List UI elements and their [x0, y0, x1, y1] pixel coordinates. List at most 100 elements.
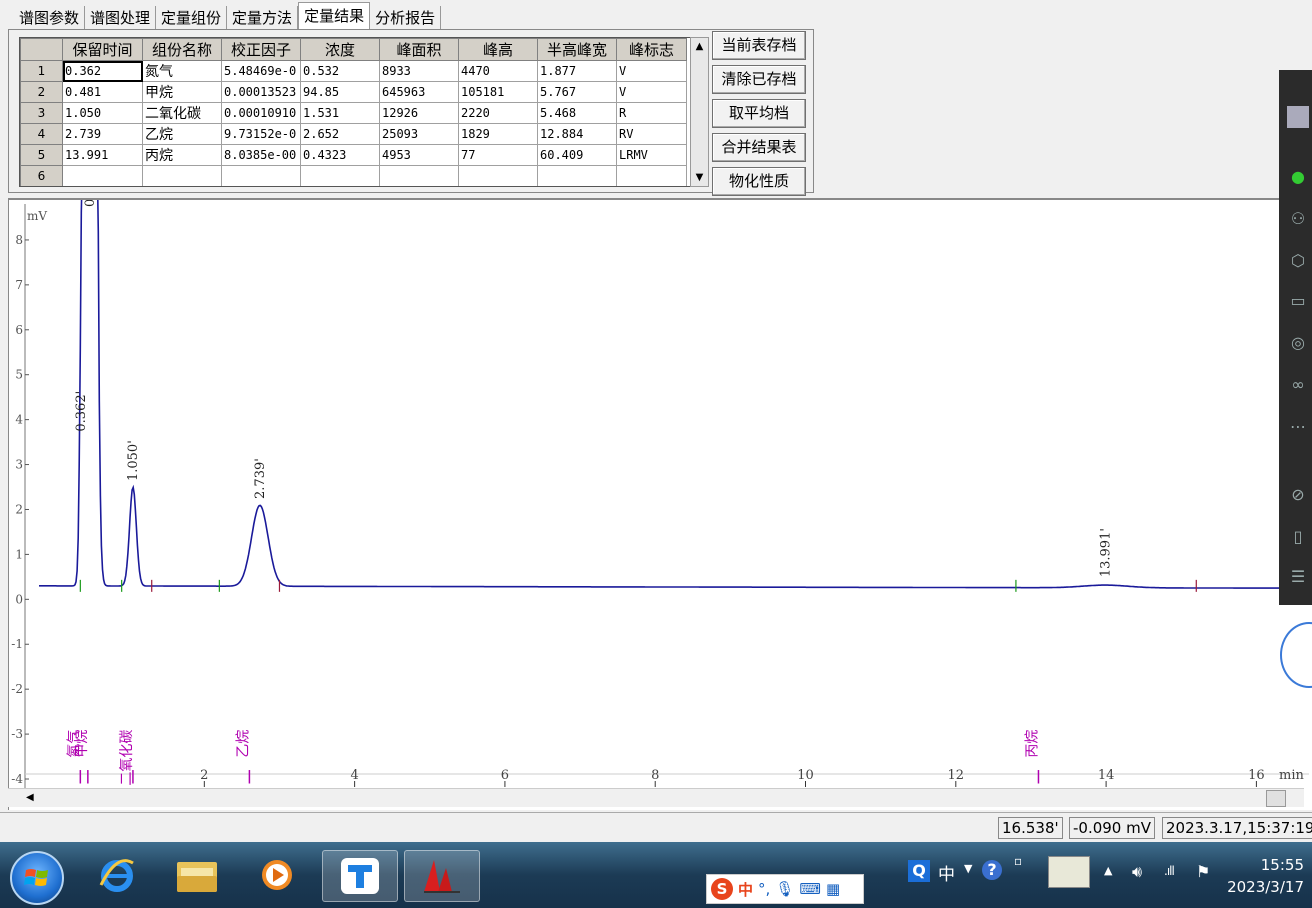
taskbar-chromatography-button[interactable] — [404, 850, 480, 902]
physical-properties-button[interactable]: 物化性质 — [712, 167, 806, 196]
table-row[interactable]: 6 — [20, 165, 687, 186]
table-cell[interactable]: 1.050 — [62, 102, 143, 124]
table-cell[interactable]: 2.652 — [300, 123, 380, 145]
scroll-down-icon[interactable]: ▼ — [691, 169, 708, 186]
table-cell[interactable]: 0.362 — [62, 60, 143, 82]
sogou-icon[interactable]: S — [711, 878, 733, 900]
more-icon[interactable]: ⋯ — [1287, 416, 1309, 438]
punctuation-icon[interactable]: °, — [758, 880, 770, 898]
table-cell[interactable]: R — [616, 102, 687, 124]
table-cell[interactable]: 12926 — [379, 102, 459, 124]
row-number[interactable]: 1 — [20, 60, 63, 82]
chat-icon[interactable]: ● — [1287, 166, 1309, 188]
scroll-thumb[interactable] — [1266, 790, 1286, 807]
table-cell[interactable] — [221, 165, 301, 186]
row-number[interactable]: 6 — [20, 165, 63, 186]
clock[interactable]: 15:55 2023/3/17 — [1227, 854, 1304, 898]
table-cell[interactable] — [379, 165, 459, 186]
table-cell[interactable]: 1829 — [458, 123, 538, 145]
table-cell[interactable]: 4470 — [458, 60, 538, 82]
table-cell[interactable]: 645963 — [379, 81, 459, 103]
table-row[interactable]: 5 13.991 丙烷 8.0385e-00 0.4323 4953 77 60.409 LRM… — [20, 144, 687, 166]
qq-icon[interactable]: Q — [908, 860, 930, 882]
ime-chinese-indicator[interactable]: 中 — [738, 879, 753, 900]
column-header[interactable]: 浓度 — [300, 38, 380, 61]
column-header[interactable]: 峰面积 — [379, 38, 459, 61]
table-scrollbar[interactable]: ▲ ▼ — [690, 37, 709, 187]
table-cell[interactable]: 5.48469e-0 — [221, 60, 301, 82]
taskbar-ie-button[interactable] — [80, 850, 154, 900]
result-table[interactable]: 保留时间 组份名称 校正因子 浓度 峰面积 峰高 半高峰宽 峰标志 1 0.362 氮气 5.484… — [19, 37, 693, 187]
ime-dropdown-icon[interactable]: ▼ — [964, 862, 972, 875]
restore-icon[interactable]: ▫ — [1014, 854, 1022, 868]
table-cell[interactable]: 4953 — [379, 144, 459, 166]
table-cell[interactable]: 0.00010910 — [221, 102, 301, 124]
table-cell[interactable] — [62, 165, 143, 186]
row-number[interactable]: 5 — [20, 144, 63, 166]
chromatogram-panel[interactable]: -4 -3 -2 -1 0 1 2 3 4 5 6 7 8 mV 2 4 6 8 10 12 14 16 min 0.362'… — [8, 198, 1312, 810]
help-icon[interactable]: ? — [982, 860, 1002, 880]
menu-icon[interactable]: ☰ — [1287, 566, 1309, 588]
table-cell[interactable]: V — [616, 81, 687, 103]
table-cell[interactable]: 乙烷 — [142, 123, 222, 145]
folder-icon[interactable]: ▭ — [1287, 290, 1309, 312]
table-cell[interactable]: 105181 — [458, 81, 538, 103]
tab-3[interactable]: 定量组份 — [156, 6, 228, 30]
table-cell[interactable] — [300, 165, 380, 186]
table-cell[interactable]: 2220 — [458, 102, 538, 124]
table-cell[interactable] — [616, 165, 687, 186]
tab-1[interactable]: 谱图参数 — [14, 6, 86, 30]
merge-results-button[interactable]: 合并结果表 — [712, 133, 806, 162]
row-number[interactable]: 3 — [20, 102, 63, 124]
microphone-icon[interactable]: 🎙︎ — [775, 880, 794, 898]
table-cell[interactable]: 94.85 — [300, 81, 380, 103]
tab-4[interactable]: 定量方法 — [227, 6, 299, 30]
apps-grid-icon[interactable]: ▦ — [826, 880, 840, 898]
tab-5[interactable]: 定量结果 — [298, 2, 371, 31]
table-row[interactable]: 1 0.362 氮气 5.48469e-0 0.532 8933 4470 1.877 V — [20, 60, 687, 82]
taskbar-app-button[interactable] — [322, 850, 398, 902]
table-cell[interactable]: 二氧化碳 — [142, 102, 222, 124]
table-cell[interactable] — [537, 165, 617, 186]
ime-mode-indicator[interactable]: 中 — [938, 860, 955, 885]
table-cell[interactable]: 1.877 — [537, 60, 617, 82]
table-cell[interactable]: LRMV — [616, 144, 687, 166]
table-cell[interactable]: 77 — [458, 144, 538, 166]
row-number[interactable]: 4 — [20, 123, 63, 145]
infinity-icon[interactable]: ∞ — [1287, 374, 1309, 396]
table-cell[interactable]: 丙烷 — [142, 144, 222, 166]
table-cell[interactable]: 甲烷 — [142, 81, 222, 103]
link-icon[interactable]: ⊘ — [1287, 484, 1309, 506]
contacts-icon[interactable]: ⚇ — [1287, 208, 1309, 230]
table-cell[interactable]: 2.739 — [62, 123, 143, 145]
chromatogram-chart[interactable]: -4-3-2-1012345678mV2 4 6 8 10 12 14 16 min0.362'… — [9, 200, 1312, 790]
network-signal-icon[interactable]: .ıll — [1164, 864, 1175, 878]
table-cell[interactable]: 1.531 — [300, 102, 380, 124]
save-current-table-button[interactable]: 当前表存档 — [712, 31, 806, 60]
table-cell[interactable]: 0.481 — [62, 81, 143, 103]
start-button[interactable] — [10, 851, 64, 905]
column-header[interactable]: 组份名称 — [142, 38, 222, 61]
table-cell[interactable]: 0.532 — [300, 60, 380, 82]
action-center-flag-icon[interactable]: ⚑ — [1196, 862, 1210, 881]
table-cell[interactable]: 9.73152e-0 — [221, 123, 301, 145]
tab-2[interactable]: 谱图处理 — [85, 6, 157, 30]
pen-input-icon[interactable] — [1048, 856, 1090, 888]
table-cell[interactable]: V — [616, 60, 687, 82]
table-cell[interactable] — [458, 165, 538, 186]
chart-horizontal-scrollbar[interactable]: ◀ — [8, 788, 1304, 807]
table-cell[interactable] — [142, 165, 222, 186]
taskbar-explorer-button[interactable] — [160, 850, 234, 900]
table-cell[interactable]: RV — [616, 123, 687, 145]
table-cell[interactable]: 氮气 — [142, 60, 222, 82]
table-cell[interactable]: 0.00013523 — [221, 81, 301, 103]
column-header[interactable]: 半高峰宽 — [537, 38, 617, 61]
table-cell[interactable]: 12.884 — [537, 123, 617, 145]
show-hidden-icons-icon[interactable]: ▲ — [1104, 864, 1112, 877]
table-cell[interactable]: 13.991 — [62, 144, 143, 166]
row-number[interactable]: 2 — [20, 81, 63, 103]
scroll-left-icon[interactable]: ◀ — [26, 789, 34, 807]
volume-icon[interactable]: 🔊︎ — [1132, 862, 1142, 882]
column-header[interactable]: 校正因子 — [221, 38, 301, 61]
tab-6[interactable]: 分析报告 — [370, 6, 442, 30]
